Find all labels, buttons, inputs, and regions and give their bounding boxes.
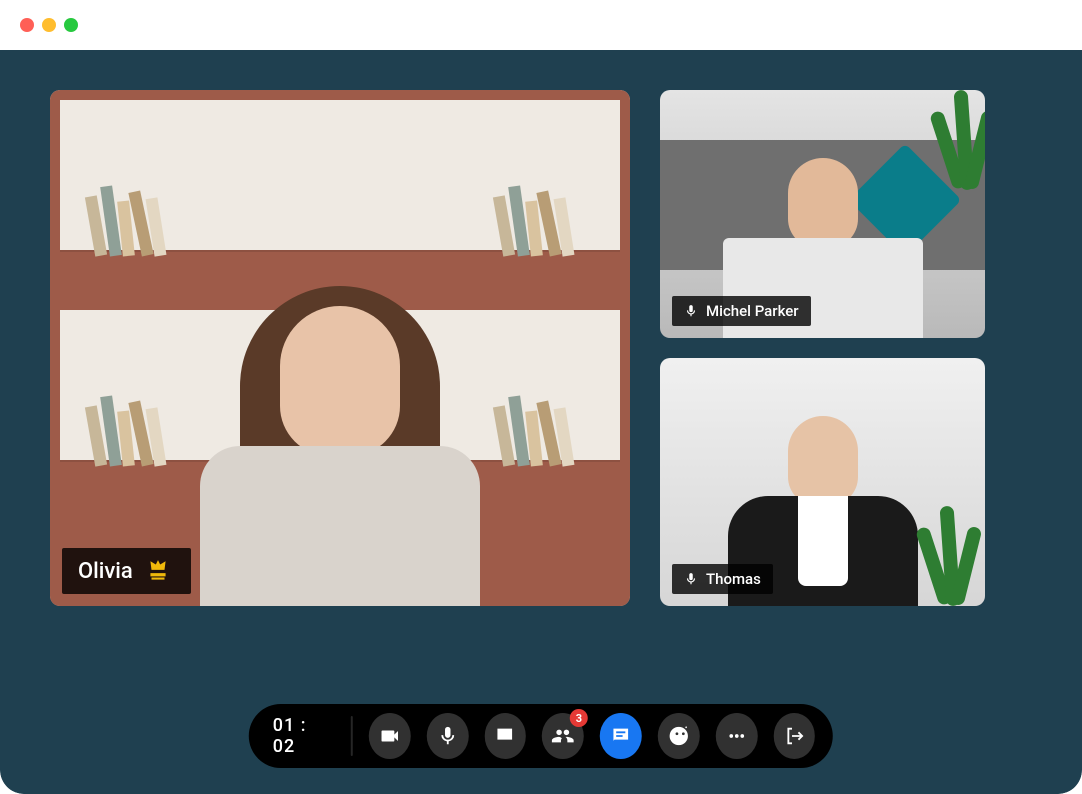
video-side-column: Michel Parker [660,90,985,610]
participant-name: Olivia [78,559,133,584]
leave-icon [783,725,805,747]
participants-button[interactable]: 3 [542,713,584,759]
raise-hand-button[interactable] [658,713,700,759]
more-icon [725,725,747,747]
chat-button[interactable] [600,713,642,759]
participants-badge: 3 [570,709,588,727]
participant-name-chip: Olivia [62,548,191,594]
participant-name: Thomas [706,570,761,588]
camera-icon [379,725,401,747]
raise-hand-icon [668,725,690,747]
share-screen-button[interactable] [484,713,526,759]
toolbar-divider [351,716,353,756]
mic-button[interactable] [426,713,468,759]
mic-icon [684,572,698,586]
chat-icon [610,725,632,747]
more-button[interactable] [716,713,758,759]
call-timer: 01 : 02 [267,715,335,757]
host-crown-icon [145,558,175,584]
close-window-button[interactable] [20,18,34,32]
video-feed-placeholder [50,90,630,606]
video-call-window: Olivia [0,0,1082,794]
call-stage: Olivia [0,50,1082,794]
share-screen-icon [494,725,516,747]
minimize-window-button[interactable] [42,18,56,32]
leave-button[interactable] [773,713,815,759]
participant-name: Michel Parker [706,302,799,320]
video-grid: Olivia [50,90,1032,610]
camera-button[interactable] [369,713,411,759]
video-tile-side[interactable]: Michel Parker [660,90,985,338]
participant-name-chip: Michel Parker [672,296,811,326]
call-toolbar: 01 : 02 3 [249,704,833,768]
mic-icon [436,725,458,747]
participant-name-chip: Thomas [672,564,773,594]
maximize-window-button[interactable] [64,18,78,32]
video-tile-main[interactable]: Olivia [50,90,630,606]
mic-icon [684,304,698,318]
participants-icon [552,725,574,747]
video-tile-side[interactable]: Thomas [660,358,985,606]
window-titlebar [0,0,1082,50]
